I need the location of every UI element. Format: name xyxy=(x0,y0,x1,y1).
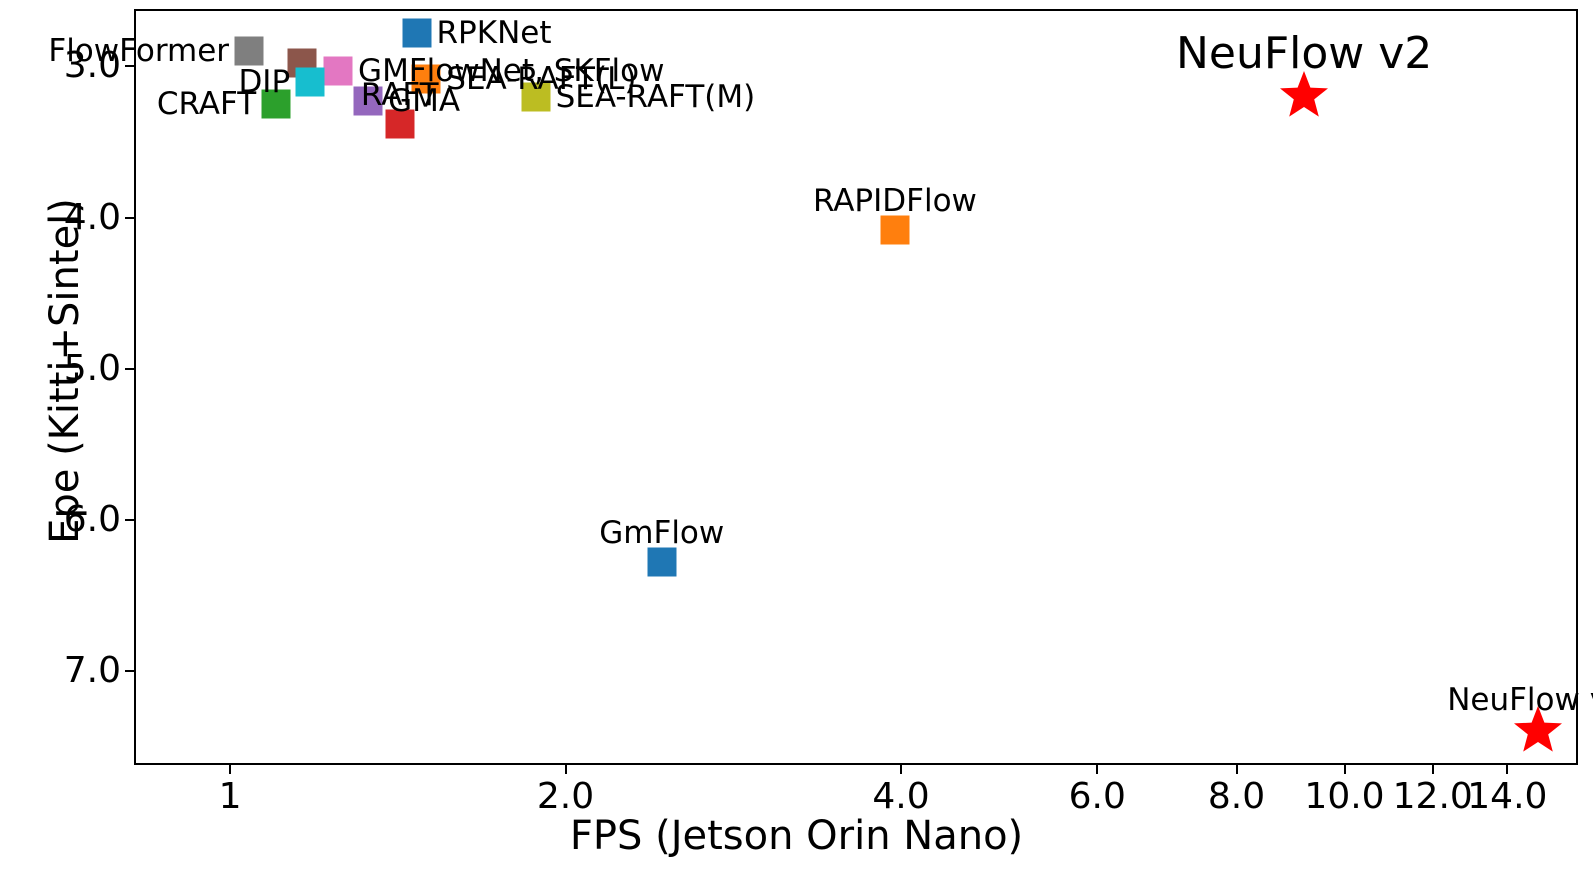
x-tick-mark xyxy=(229,765,232,774)
x-tick-label: 12.0 xyxy=(1392,776,1473,817)
x-tick-mark xyxy=(1096,765,1099,774)
data-point-label-rpknet: RPKNet xyxy=(436,15,552,52)
data-point-label-neuflow-v2: NeuFlow v2 xyxy=(1175,27,1433,79)
data-point-gmflow xyxy=(647,547,677,577)
x-tick-label: 6.0 xyxy=(1068,776,1126,817)
y-tick-mark xyxy=(125,216,134,219)
x-tick-mark xyxy=(900,765,903,774)
data-point-flowformer xyxy=(234,36,264,66)
y-tick-mark xyxy=(125,367,134,370)
data-point-label-craft: CRAFT xyxy=(156,86,257,123)
data-point-label-raft: RAFT xyxy=(360,76,439,113)
x-tick-mark xyxy=(1343,765,1346,774)
data-point-label-sea-raft-m: SEA-RAFT(M) xyxy=(555,78,756,115)
data-point-label-rapidflow: RAPIDFlow xyxy=(812,182,977,219)
x-tick-label: 10.0 xyxy=(1304,776,1385,817)
data-point-rpknet xyxy=(402,18,432,48)
y-tick-mark xyxy=(125,519,134,522)
data-point-dip xyxy=(295,67,325,97)
x-tick-mark xyxy=(1506,765,1509,774)
scatter-chart-figure: 1 2.0 4.0 6.0 8.0 10.0 12.0 14.0 3.0 4.0 5.0 6.0 7.… xyxy=(0,0,1593,875)
y-tick-mark xyxy=(125,670,134,673)
data-point-gmflownet-skflow xyxy=(323,56,353,86)
data-point-label-neuflow-v1: NeuFlow v1 xyxy=(1447,681,1593,718)
x-tick-label: 14.0 xyxy=(1467,776,1548,817)
plot-area-frame xyxy=(134,9,1578,765)
x-tick-mark xyxy=(1431,765,1434,774)
x-tick-label: 1 xyxy=(218,776,242,817)
x-tick-label: 4.0 xyxy=(872,776,930,817)
x-tick-label: 8.0 xyxy=(1207,776,1266,817)
data-point-rapidflow xyxy=(880,215,910,245)
x-tick-mark xyxy=(564,765,567,774)
x-axis-title: FPS (Jetson Orin Nano) xyxy=(569,813,1024,859)
data-point-label-gmflow: GmFlow xyxy=(599,515,725,552)
x-tick-mark xyxy=(1235,765,1238,774)
y-axis-title: Epe (Kitti+Sintel) xyxy=(42,198,88,544)
x-tick-label: 2.0 xyxy=(536,776,595,817)
